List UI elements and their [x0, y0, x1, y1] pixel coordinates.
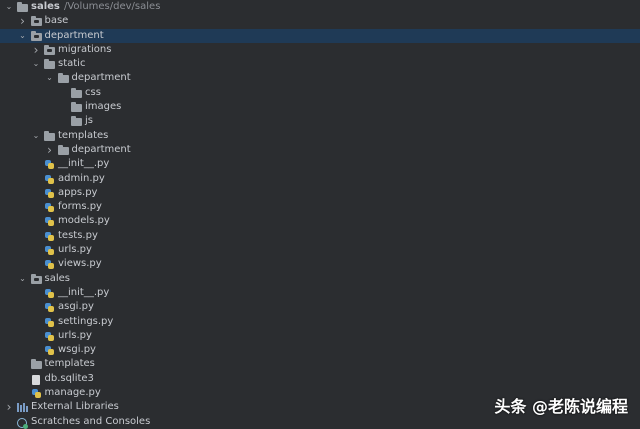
- tree-row[interactable]: css: [0, 86, 640, 100]
- tree-row[interactable]: apps.py: [0, 186, 640, 200]
- tree-row[interactable]: urls.py: [0, 329, 640, 343]
- tree-item-label: migrations: [58, 43, 112, 55]
- tree-row[interactable]: forms.py: [0, 200, 640, 214]
- library-icon: [17, 403, 28, 413]
- chevron-down-icon[interactable]: ⌄: [18, 272, 28, 286]
- tree-item-label: apps.py: [58, 186, 98, 198]
- chevron-down-icon[interactable]: ⌄: [45, 71, 55, 85]
- tree-row[interactable]: tests.py: [0, 229, 640, 243]
- tree-item-label: static: [58, 58, 86, 70]
- tree-item-label: models.py: [58, 215, 110, 227]
- tree-item-label: urls.py: [58, 329, 92, 341]
- tree-row[interactable]: db.sqlite3: [0, 372, 640, 386]
- tree-item-label: templates: [44, 358, 95, 370]
- folder-icon: [57, 144, 69, 155]
- tree-row[interactable]: settings.py: [0, 315, 640, 329]
- tree-row[interactable]: ⌄ department: [0, 28, 640, 43]
- python-file-icon: [44, 288, 55, 298]
- tree-item-label: urls.py: [58, 244, 92, 256]
- chevron-right-icon[interactable]: ›: [31, 43, 41, 57]
- tree-row[interactable]: models.py: [0, 214, 640, 228]
- tree-item-label: __init__.py: [58, 286, 110, 298]
- tree-item-label: tests.py: [58, 229, 98, 241]
- tree-row[interactable]: __init__.py: [0, 286, 640, 300]
- tree-row[interactable]: ⌄ sales/Volumes/dev/sales: [0, 0, 640, 14]
- tree-item-label: department: [71, 143, 131, 155]
- python-file-icon: [44, 174, 55, 184]
- watermark-text: 头条 @老陈说编程: [494, 397, 628, 416]
- project-tree[interactable]: ⌄ sales/Volumes/dev/sales › base ⌄ department…: [0, 0, 640, 429]
- tree-item-label: base: [44, 15, 69, 27]
- tree-item-label: templates: [58, 129, 109, 141]
- folder-icon: [44, 59, 55, 70]
- chevron-down-icon[interactable]: ⌄: [31, 57, 41, 71]
- python-file-icon: [44, 246, 55, 256]
- python-file-icon: [44, 346, 55, 356]
- tree-item-label: admin.py: [58, 172, 105, 184]
- tree-item-label: images: [85, 101, 122, 113]
- tree-item-label: asgi.py: [58, 301, 94, 313]
- chevron-down-icon[interactable]: ⌄: [4, 0, 14, 14]
- tree-item-label: css: [85, 86, 101, 98]
- tree-row[interactable]: › migrations: [0, 43, 640, 57]
- tree-row[interactable]: › base: [0, 14, 640, 28]
- python-file-icon: [44, 260, 55, 270]
- folder-icon: [44, 130, 55, 141]
- project-path: /Volumes/dev/sales: [64, 1, 161, 12]
- folder-icon: [57, 73, 69, 84]
- tree-item-label: manage.py: [44, 387, 101, 399]
- database-file-icon: [31, 374, 42, 385]
- tree-item-label: db.sqlite3: [44, 372, 94, 384]
- tree-row[interactable]: ⌄ static: [0, 57, 640, 71]
- tree-row[interactable]: asgi.py: [0, 300, 640, 314]
- tree-item-label: wsgi.py: [58, 344, 96, 356]
- tree-row[interactable]: templates: [0, 357, 640, 371]
- folder-icon: [71, 102, 82, 113]
- tree-row[interactable]: admin.py: [0, 172, 640, 186]
- package-folder-icon: [44, 44, 55, 55]
- python-file-icon: [44, 303, 55, 313]
- folder-icon: [71, 116, 82, 127]
- folder-icon: [71, 87, 82, 98]
- tree-row[interactable]: › department: [0, 143, 640, 157]
- chevron-right-icon[interactable]: ›: [18, 14, 28, 28]
- tree-row[interactable]: views.py: [0, 257, 640, 271]
- package-folder-icon: [30, 273, 42, 284]
- chevron-down-icon[interactable]: ⌄: [18, 29, 28, 43]
- tree-item-label: sales: [31, 1, 60, 12]
- python-file-icon: [44, 331, 55, 341]
- tree-row[interactable]: images: [0, 100, 640, 114]
- chevron-right-icon[interactable]: ›: [4, 400, 14, 414]
- tree-item-label: __init__.py: [58, 158, 110, 170]
- python-file-icon: [44, 188, 55, 198]
- tree-item-label: js: [85, 115, 93, 127]
- tree-item-label: settings.py: [58, 315, 114, 327]
- folder-icon: [30, 359, 42, 370]
- tree-item-label: forms.py: [58, 201, 102, 213]
- folder-icon: [17, 2, 28, 12]
- chevron-right-icon[interactable]: ›: [45, 143, 55, 157]
- scratches-icon: [17, 417, 28, 429]
- python-file-icon: [44, 203, 55, 213]
- python-file-icon: [31, 389, 42, 399]
- tree-row[interactable]: ⌄ department: [0, 71, 640, 85]
- tree-item-label: department: [71, 72, 131, 84]
- python-file-icon: [44, 217, 55, 227]
- tree-row[interactable]: urls.py: [0, 243, 640, 257]
- tree-row[interactable]: __init__.py: [0, 157, 640, 171]
- package-folder-icon: [30, 30, 42, 41]
- tree-item-label: views.py: [58, 258, 102, 270]
- chevron-down-icon[interactable]: ⌄: [31, 129, 41, 143]
- tree-item-label: department: [44, 29, 104, 41]
- tree-row[interactable]: wsgi.py: [0, 343, 640, 357]
- package-folder-icon: [30, 16, 42, 27]
- tree-row[interactable]: ⌄ templates: [0, 129, 640, 143]
- python-file-icon: [44, 160, 55, 170]
- python-file-icon: [44, 317, 55, 327]
- tree-item-label: External Libraries: [31, 401, 119, 413]
- tree-item-label: sales: [44, 272, 70, 284]
- python-file-icon: [44, 231, 55, 241]
- tree-row[interactable]: ⌄ sales: [0, 272, 640, 286]
- tree-row[interactable]: js: [0, 114, 640, 128]
